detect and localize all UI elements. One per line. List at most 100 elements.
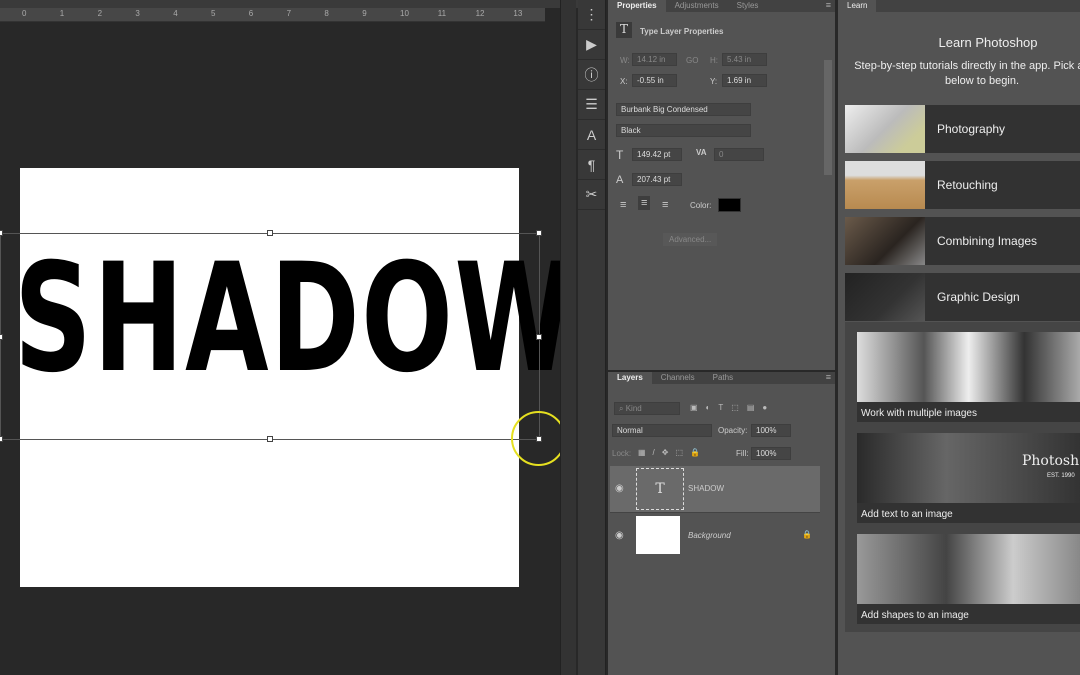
visibility-eye-icon[interactable]: ◉: [615, 483, 624, 494]
category-label: Graphic Design: [937, 290, 1020, 304]
transform-bounding-box[interactable]: [0, 230, 542, 442]
align-left-icon[interactable]: ≡: [620, 199, 626, 211]
learn-category-graphic-design[interactable]: Graphic Design: [845, 273, 1080, 321]
lock-icons[interactable]: ▦/✥⬚🔒: [638, 448, 707, 457]
tutorial-thumbnail: Photosh EST. 1990: [857, 433, 1080, 503]
ruler-tick-label: 6: [248, 9, 254, 18]
ruler-tick-label: 7: [286, 9, 292, 18]
properties-scrollbar[interactable]: [824, 60, 832, 175]
category-thumbnail: [845, 161, 925, 209]
tracking-field[interactable]: 0: [714, 148, 764, 161]
learn-category-retouching[interactable]: Retouching: [845, 161, 1080, 209]
filter-icons[interactable]: ▣◐T⬚▤●: [690, 403, 775, 412]
tab-properties[interactable]: Properties: [608, 0, 666, 12]
ruler-tick-label: 1: [59, 9, 65, 18]
properties-panel: Properties Adjustments Styles ≡ T Type L…: [608, 0, 835, 370]
fill-field[interactable]: 100%: [751, 447, 791, 460]
x-label: X:: [620, 77, 628, 86]
tutorial-label: Work with multiple images: [861, 408, 977, 419]
canvas-scrollbar[interactable]: [560, 0, 576, 675]
transform-handle[interactable]: [267, 230, 273, 236]
kind-label: Kind: [625, 404, 642, 413]
x-field[interactable]: -0.55 in: [632, 74, 677, 87]
ruler-tick-label: 12: [475, 9, 485, 18]
ruler-tick-label: 4: [173, 9, 178, 18]
advanced-button[interactable]: Advanced...: [663, 233, 718, 246]
layers-panel: Layers Channels Paths ≡ ⌕ Kind ▣◐T⬚▤● No…: [608, 372, 835, 675]
align-right-icon[interactable]: ≡: [662, 199, 668, 211]
thumbnail-text: Photosh: [1022, 453, 1080, 469]
tab-channels[interactable]: Channels: [652, 372, 704, 384]
category-thumbnail: [845, 273, 925, 321]
transform-handle[interactable]: [536, 334, 542, 340]
ruler-tick-label: 5: [211, 9, 216, 18]
ruler-tick-label: 11: [437, 9, 447, 18]
text-layer-thumbnail: T: [636, 468, 684, 510]
opacity-field[interactable]: 100%: [751, 424, 791, 437]
info-icon[interactable]: ⓘ: [578, 60, 605, 90]
learn-category-photography[interactable]: Photography: [845, 105, 1080, 153]
play-icon[interactable]: ▶: [578, 30, 605, 60]
tutorial-card[interactable]: Work with multiple images: [857, 332, 1080, 422]
lock-label: Lock:: [612, 449, 632, 458]
tutorial-thumbnail: [857, 534, 1080, 604]
history-icon[interactable]: ⋮: [578, 0, 605, 30]
transform-handle[interactable]: [267, 436, 273, 442]
font-size-icon: T: [616, 148, 624, 162]
transform-handle[interactable]: [0, 436, 3, 442]
character-icon[interactable]: A: [578, 120, 605, 150]
transform-handle[interactable]: [536, 230, 542, 236]
cursor-highlight: [511, 411, 566, 466]
blend-mode-select[interactable]: Normal: [612, 424, 712, 437]
tutorial-thumbnail: [857, 332, 1080, 402]
align-center-icon[interactable]: ≡: [638, 196, 651, 210]
layer-name[interactable]: Background: [688, 531, 731, 540]
tutorial-card[interactable]: Photosh EST. 1990 Add text to an image: [857, 433, 1080, 523]
tutorial-card[interactable]: Add shapes to an image: [857, 534, 1080, 624]
transform-handle[interactable]: [0, 230, 3, 236]
text-color-swatch[interactable]: [718, 198, 741, 212]
tools-icon[interactable]: ✂: [578, 180, 605, 210]
tab-learn[interactable]: Learn: [838, 0, 877, 12]
font-family-select[interactable]: Burbank Big Condensed: [616, 103, 751, 116]
w-label: W:: [620, 56, 630, 65]
layer-row-shadow[interactable]: ◉ T SHADOW: [610, 466, 820, 512]
tab-styles[interactable]: Styles: [728, 0, 768, 12]
width-field[interactable]: 14.12 in: [632, 53, 677, 66]
tutorial-label: Add shapes to an image: [861, 610, 969, 621]
tab-layers[interactable]: Layers: [608, 372, 652, 384]
category-label: Combining Images: [937, 234, 1038, 248]
paragraph-icon[interactable]: ¶: [578, 150, 605, 180]
panel-menu-icon[interactable]: ≡: [826, 0, 835, 12]
learn-subtitle: Step-by-step tutorials directly in the a…: [854, 60, 1080, 87]
height-field[interactable]: 5.43 in: [722, 53, 767, 66]
tutorial-label: Add text to an image: [861, 509, 953, 520]
thumbnail-subtext: EST. 1990: [1047, 473, 1075, 479]
tab-paths[interactable]: Paths: [704, 372, 742, 384]
background-thumbnail: [636, 516, 680, 554]
tab-adjustments[interactable]: Adjustments: [666, 0, 728, 12]
ruler-tick-label: 2: [97, 9, 103, 18]
y-field[interactable]: 1.69 in: [722, 74, 767, 87]
visibility-eye-icon[interactable]: ◉: [615, 530, 624, 541]
layer-filter-kind[interactable]: ⌕ Kind: [614, 402, 680, 415]
panel-menu-icon[interactable]: ≡: [826, 372, 835, 384]
adjustments-icon[interactable]: ☰: [578, 90, 605, 120]
category-label: Retouching: [937, 178, 998, 192]
category-thumbnail: [845, 217, 925, 265]
transform-handle[interactable]: [0, 334, 3, 340]
y-label: Y:: [710, 77, 718, 86]
ruler-tick-label: 3: [135, 9, 140, 18]
ruler-tick-label: 13: [513, 9, 523, 18]
font-style-select[interactable]: Black: [616, 124, 751, 137]
lock-icon: 🔒: [802, 530, 812, 539]
leading-field[interactable]: 207.43 pt: [632, 173, 682, 186]
color-label: Color:: [690, 201, 712, 210]
layer-row-background[interactable]: ◉ Background 🔒: [610, 512, 820, 558]
learn-category-combining-images[interactable]: Combining Images: [845, 217, 1080, 265]
link-icon[interactable]: GO: [686, 56, 698, 65]
layer-name[interactable]: SHADOW: [688, 484, 724, 493]
font-size-field[interactable]: 149.42 pt: [632, 148, 682, 161]
properties-title: Type Layer Properties: [640, 27, 724, 36]
category-thumbnail: [845, 105, 925, 153]
